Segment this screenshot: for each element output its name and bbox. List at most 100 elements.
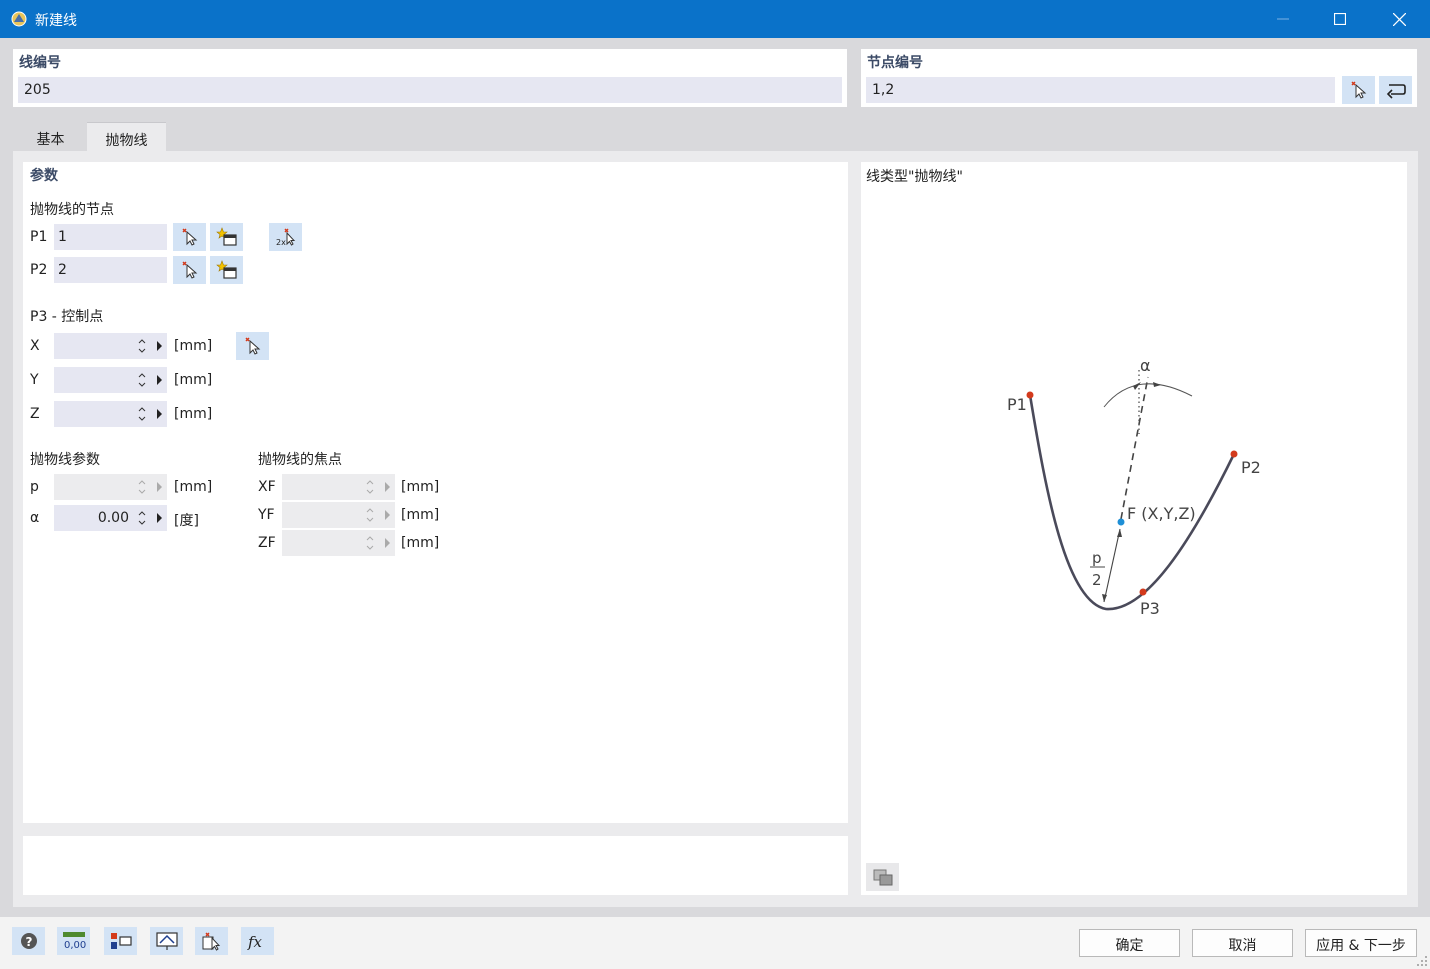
comment-panel[interactable] xyxy=(23,836,848,895)
x-label: X xyxy=(30,338,40,354)
minimize-icon xyxy=(1277,18,1289,20)
units-decimals-button[interactable]: 0,00 xyxy=(57,927,90,955)
formula-button[interactable]: fx xyxy=(241,927,274,955)
x-unit: [mm] xyxy=(174,338,213,354)
parabola-nodes-heading: 抛物线的节点 xyxy=(30,202,114,218)
p1-node-input[interactable]: 1 xyxy=(54,224,167,250)
diagram-p2-label: P2 xyxy=(1241,458,1261,477)
expand-arrow-icon[interactable] xyxy=(157,513,162,523)
z-spin-input[interactable] xyxy=(54,401,167,427)
p-label: p xyxy=(30,479,39,495)
maximize-icon xyxy=(1334,13,1346,25)
pick-cursor-icon xyxy=(181,228,197,246)
new-node-icon xyxy=(215,227,237,246)
p3-pick-button[interactable] xyxy=(236,332,269,360)
diagram-alpha-label: α xyxy=(1140,356,1151,375)
expand-arrow-icon[interactable] xyxy=(157,409,162,419)
axis-line xyxy=(1120,376,1149,520)
svg-text:fx: fx xyxy=(247,933,263,951)
spin-arrows-icon xyxy=(138,511,146,525)
z-label: Z xyxy=(30,406,40,422)
line-number-input[interactable]: 205 xyxy=(18,77,842,103)
node-number-panel: 节点编号 1,2 xyxy=(861,49,1417,107)
expand-arrow-icon xyxy=(385,538,390,548)
parabola-params-heading: 抛物线参数 xyxy=(30,452,100,468)
view-button[interactable] xyxy=(150,927,183,955)
minimize-button[interactable] xyxy=(1254,0,1312,38)
spin-arrows-icon xyxy=(366,508,374,522)
diagram-panel: 线类型"抛物线" P1 P2 P3 F (X,Y,Z) p 2 α xyxy=(861,162,1407,895)
node-number-label: 节点编号 xyxy=(867,55,923,71)
expand-arrow-icon xyxy=(385,482,390,492)
pick-cursor-icon xyxy=(244,337,260,355)
expand-arrow-icon[interactable] xyxy=(157,341,162,351)
structure-info-button[interactable] xyxy=(104,927,137,955)
p2-pick-button[interactable] xyxy=(173,256,206,284)
spin-arrows-icon xyxy=(366,480,374,494)
ok-button[interactable]: 确定 xyxy=(1079,929,1180,957)
pick-cursor-icon xyxy=(181,261,197,279)
help-button[interactable]: ? xyxy=(12,927,45,955)
yf-unit: [mm] xyxy=(401,507,440,523)
close-button[interactable] xyxy=(1370,0,1428,38)
reverse-direction-button[interactable] xyxy=(1379,76,1412,104)
p2-node-input[interactable]: 2 xyxy=(54,257,167,283)
zf-label: ZF xyxy=(258,535,276,551)
help-icon: ? xyxy=(20,933,37,949)
model-info-icon xyxy=(110,933,132,949)
decimal-places-icon: 0,00 xyxy=(62,932,86,951)
parabola-diagram xyxy=(1026,370,1238,611)
svg-text:2x: 2x xyxy=(276,238,286,247)
spin-arrows-icon xyxy=(138,339,146,353)
p3-control-point-heading: P3 - 控制点 xyxy=(30,309,104,325)
half-p-arrow xyxy=(1103,528,1121,603)
expand-arrow-icon[interactable] xyxy=(157,375,162,385)
pick-nodes-button[interactable] xyxy=(1342,76,1375,104)
y-unit: [mm] xyxy=(174,372,213,388)
p1-pick-button[interactable] xyxy=(173,223,206,251)
node-number-input[interactable]: 1,2 xyxy=(866,77,1335,103)
maximize-button[interactable] xyxy=(1311,0,1369,38)
alpha-label: α xyxy=(30,510,40,526)
spin-arrows-icon xyxy=(138,407,146,421)
x-spin-input[interactable] xyxy=(54,333,167,359)
spin-arrows-icon xyxy=(138,480,146,494)
tab-parabola[interactable]: 抛物线 xyxy=(87,122,166,152)
alpha-spin-input[interactable]: 0.00 xyxy=(54,505,167,531)
return-arrow-icon xyxy=(1386,84,1406,99)
p1-new-node-button[interactable] xyxy=(210,223,243,251)
zf-unit: [mm] xyxy=(401,535,440,551)
cancel-button[interactable]: 取消 xyxy=(1192,929,1293,957)
y-spin-input[interactable] xyxy=(54,367,167,393)
spin-arrows-icon xyxy=(138,373,146,387)
diagram-p3-label: P3 xyxy=(1140,599,1160,618)
parabola-curve xyxy=(1028,394,1236,611)
select-cursor-icon xyxy=(202,932,220,951)
title-bar: 新建线 xyxy=(0,0,1430,38)
xf-unit: [mm] xyxy=(401,479,440,495)
alpha-value: 0.00 xyxy=(97,510,129,526)
apply-next-button[interactable]: 应用 & 下一步 xyxy=(1305,929,1417,957)
expand-arrow-icon xyxy=(385,510,390,520)
close-icon xyxy=(1392,12,1406,26)
select-objects-button[interactable] xyxy=(195,927,228,955)
window-title: 新建线 xyxy=(35,13,77,29)
p-spin-input xyxy=(54,474,167,500)
p2-new-node-button[interactable] xyxy=(210,256,243,284)
p1-node xyxy=(1026,391,1034,399)
formula-fx-icon: fx xyxy=(247,933,263,951)
tab-basic[interactable]: 基本 xyxy=(14,122,87,152)
svg-text:?: ? xyxy=(25,935,32,949)
view-display-icon xyxy=(155,932,178,950)
y-label: Y xyxy=(30,372,39,388)
alpha-unit: [度] xyxy=(174,513,199,529)
p3-node xyxy=(1139,588,1147,596)
resize-grip-icon[interactable] xyxy=(1416,955,1428,967)
focus-point xyxy=(1117,518,1125,526)
expand-arrow-icon xyxy=(157,482,162,492)
diagram-p1-label: P1 xyxy=(1007,395,1027,414)
z-unit: [mm] xyxy=(174,406,213,422)
pick-two-nodes-button[interactable]: 2x xyxy=(269,223,302,251)
diagram-options-button[interactable] xyxy=(866,863,899,891)
alpha-arc xyxy=(1103,383,1193,408)
